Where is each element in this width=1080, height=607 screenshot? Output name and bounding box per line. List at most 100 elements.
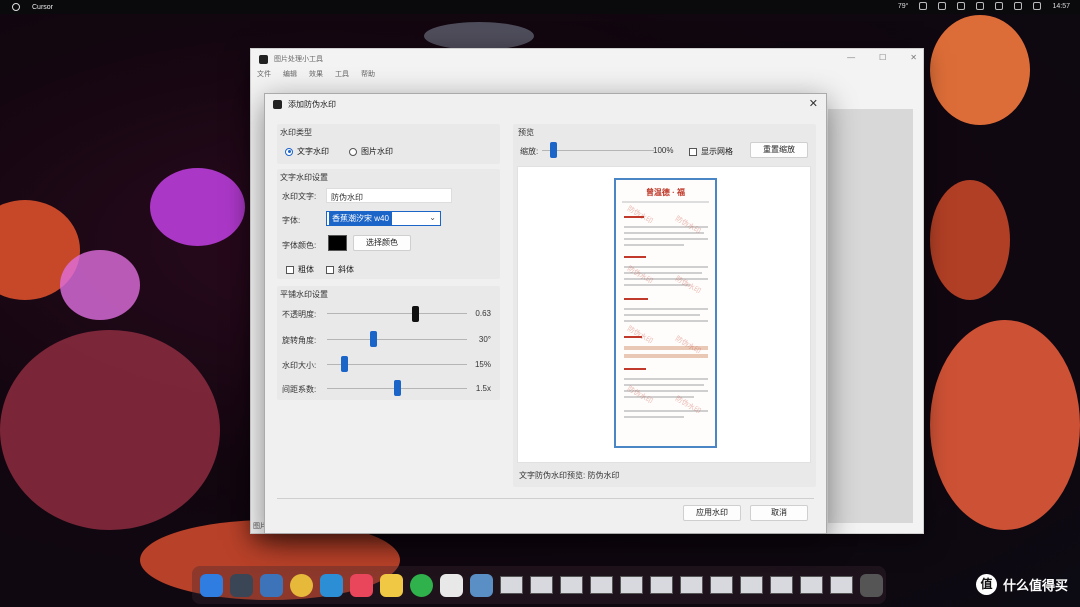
window-thumbnail[interactable] [770, 576, 793, 594]
font-color-label: 字体颜色: [282, 241, 317, 250]
control-center-icon[interactable] [1014, 2, 1023, 10]
radio-image-watermark[interactable]: 图片水印 [349, 146, 393, 157]
preview-status-text: 文字防伪水印预览: 防伪水印 [519, 471, 620, 480]
window-thumbnail[interactable] [680, 576, 703, 594]
doc-text-line [624, 320, 708, 322]
battery-icon[interactable] [919, 2, 928, 10]
preview-label: 预览 [518, 128, 534, 137]
checkbox-unchecked-icon[interactable] [326, 265, 334, 274]
window-thumbnail[interactable] [590, 576, 613, 594]
font-label: 字体: [282, 216, 301, 225]
rotation-slider-thumb[interactable] [370, 331, 378, 347]
app-icon[interactable] [350, 573, 373, 597]
size-slider-track[interactable] [327, 364, 467, 365]
bluetooth-icon[interactable] [938, 2, 947, 10]
minimize-icon[interactable]: — [847, 53, 855, 62]
apply-watermark-button[interactable]: 应用水印 [683, 505, 741, 521]
rotation-slider-track[interactable] [327, 339, 467, 340]
dialog-title: 添加防伪水印 [288, 100, 336, 109]
radio-unselected-icon[interactable] [349, 147, 357, 156]
display-icon[interactable] [976, 2, 985, 10]
window-thumbnail[interactable] [740, 576, 763, 594]
opacity-slider-track[interactable] [327, 313, 467, 314]
preview-doc-title: 曾温德 · 福 [645, 188, 686, 197]
active-app-name[interactable]: Cursor [32, 4, 53, 11]
vscode-icon[interactable] [320, 573, 343, 597]
watermark-text-input[interactable]: 防伪水印 [326, 188, 452, 203]
cancel-button[interactable]: 取消 [750, 505, 808, 521]
doc-text-line [624, 238, 708, 240]
cube-app-icon[interactable] [440, 573, 463, 597]
weather-text[interactable]: 79° [898, 3, 909, 10]
font-select-value: 香蕉潮汐宋 w40 [329, 212, 392, 225]
opacity-label: 不透明度: [282, 310, 317, 319]
show-grid-label: 显示网格 [701, 147, 733, 156]
maximize-icon[interactable]: ☐ [879, 53, 886, 62]
menu-file[interactable]: 文件 [257, 69, 271, 81]
menu-edit[interactable]: 编辑 [283, 69, 297, 81]
clock-text[interactable]: 14:57 [1052, 3, 1070, 10]
volume-icon[interactable] [995, 2, 1004, 10]
finder-icon[interactable] [200, 573, 223, 597]
dialog-titlebar[interactable]: 添加防伪水印 [273, 99, 336, 110]
window-thumbnail[interactable] [560, 576, 583, 594]
menu-help[interactable]: 帮助 [361, 69, 375, 81]
image-canvas-area[interactable] [828, 109, 913, 523]
system-menubar: Cursor 79° 14:57 [0, 0, 1080, 14]
trash-icon[interactable] [860, 573, 883, 597]
doc-heading-line [624, 256, 646, 258]
choose-color-button[interactable]: 选择颜色 [353, 235, 411, 251]
font-color-swatch[interactable] [328, 235, 347, 251]
zoom-slider-thumb[interactable] [550, 142, 558, 158]
opacity-slider-thumb[interactable] [412, 306, 420, 322]
zoom-slider-track[interactable] [542, 150, 654, 151]
text-settings-label: 文字水印设置 [280, 173, 328, 182]
bold-checkbox-label: 粗体 [298, 265, 314, 274]
checkbox-unchecked-icon[interactable] [286, 265, 294, 274]
font-select[interactable]: 香蕉潮汐宋 w40 ⌄ [326, 211, 441, 226]
doc-text-line [624, 314, 700, 316]
window-thumbnail[interactable] [530, 576, 553, 594]
show-grid-checkbox[interactable]: 显示网格 [689, 146, 733, 157]
main-window-titlebar[interactable]: 图片处理小工具 [251, 49, 923, 69]
close-icon[interactable]: ✕ [910, 53, 917, 62]
chrome-icon[interactable] [290, 573, 313, 597]
doc-text-line [624, 308, 708, 310]
dialog-divider [277, 498, 814, 499]
doc-text-line [624, 378, 708, 380]
window-thumbnail[interactable] [650, 576, 673, 594]
window-thumbnail[interactable] [830, 576, 853, 594]
radio-selected-icon[interactable] [285, 147, 293, 156]
launchpad-icon[interactable] [230, 573, 253, 597]
sticky-notes-icon[interactable] [380, 573, 403, 597]
doc-text-line [624, 244, 684, 246]
italic-checkbox[interactable]: 斜体 [326, 264, 354, 275]
app-logo-icon [259, 54, 268, 64]
window-thumbnail[interactable] [800, 576, 823, 594]
chevron-down-icon[interactable]: ⌄ [429, 213, 436, 222]
wechat-icon[interactable] [410, 573, 433, 597]
wifi-icon[interactable] [957, 2, 966, 10]
checkbox-unchecked-icon[interactable] [689, 147, 697, 156]
bold-checkbox[interactable]: 粗体 [286, 264, 314, 275]
reset-zoom-button[interactable]: 重置缩放 [750, 142, 808, 158]
opacity-value: 0.63 [475, 309, 491, 318]
menu-tools[interactable]: 工具 [335, 69, 349, 81]
notes-icon[interactable] [260, 573, 283, 597]
spacing-slider-thumb[interactable] [394, 380, 401, 396]
window-thumbnail[interactable] [500, 576, 523, 594]
system-menu-icon[interactable] [12, 3, 20, 11]
dialog-close-icon[interactable]: ✕ [809, 97, 818, 110]
preview-canvas[interactable]: 曾温德 · 福 防伪水印 防伪水印 防伪水印 防伪水印 防伪水印 防伪水印 防伪… [517, 166, 811, 463]
python-icon[interactable] [470, 573, 493, 597]
notification-icon[interactable] [1033, 2, 1042, 10]
add-watermark-dialog: 添加防伪水印 ✕ 水印类型 文字水印 图片水印 文字水印设置 水印文字: 防伪水… [264, 93, 827, 534]
menu-effects[interactable]: 效果 [309, 69, 323, 81]
window-thumbnail[interactable] [710, 576, 733, 594]
wallpaper-blob [150, 168, 245, 246]
radio-text-watermark-label: 文字水印 [297, 147, 329, 156]
size-slider-thumb[interactable] [340, 356, 348, 372]
window-thumbnail[interactable] [620, 576, 643, 594]
radio-text-watermark[interactable]: 文字水印 [285, 146, 329, 157]
tile-settings-label: 平铺水印设置 [280, 290, 328, 299]
